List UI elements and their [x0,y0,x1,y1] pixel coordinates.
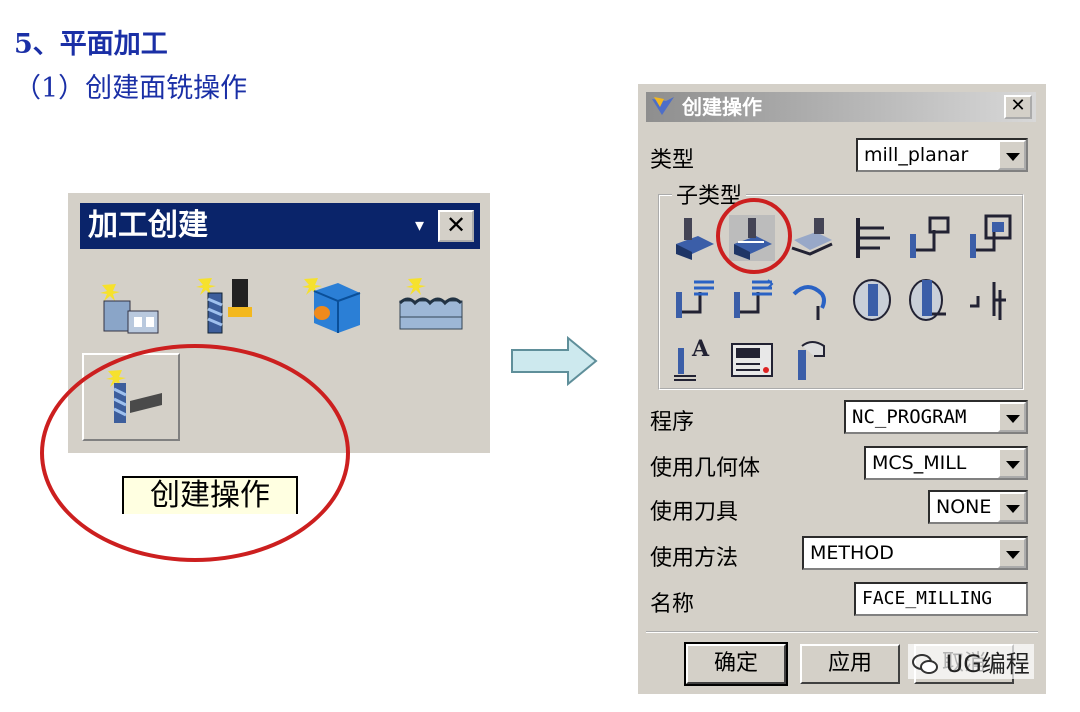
page-heading: 5、平面加工 [14,29,168,60]
name-input[interactable]: FACE_MILLING [854,582,1028,616]
groove-milling-icon[interactable] [964,276,1012,324]
wechat-icon [912,654,938,674]
watermark-text: UG编程 [945,650,1030,678]
finish-floor-icon[interactable] [728,276,776,324]
toolbar-title: 加工创建 [88,208,208,243]
highlight-ellipse [40,344,350,562]
method-select[interactable]: METHOD [802,536,1028,570]
clean-up-corners-icon[interactable] [964,214,1012,262]
chevron-down-icon[interactable] [998,492,1026,522]
geometry-label: 使用几何体 [650,456,761,481]
planar-profile-icon[interactable] [904,214,952,262]
ug-logo-icon [652,97,674,115]
type-value: mill_planar [864,144,969,166]
right-arrow-icon [511,336,598,386]
type-label: 类型 [650,148,695,173]
thread-milling-icon[interactable] [788,276,836,324]
dialog-titlebar: 创建操作 ✕ [646,92,1036,122]
ok-button[interactable]: 确定 [684,642,788,686]
name-label: 名称 [650,592,695,617]
planar-text-engraving-icon[interactable]: A [670,336,718,384]
dialog-separator [646,631,1038,633]
create-operation-dialog: 创建操作 ✕ 类型 mill_planar 子类型 A 程序 NC_PROGRA… [638,84,1046,694]
create-program-icon[interactable] [94,275,164,337]
planar-mill-icon[interactable] [848,214,896,262]
program-value: NC_PROGRAM [852,406,967,428]
type-select[interactable]: mill_planar [856,138,1028,172]
chevron-down-icon[interactable] [998,538,1026,568]
create-geometry-icon[interactable] [294,273,364,335]
chevron-down-icon[interactable] [998,448,1026,478]
create-tool-icon[interactable] [188,273,258,335]
create-method-icon[interactable] [394,273,464,335]
toolbar-close-button[interactable]: ✕ [438,210,474,242]
toolbar-dropdown-icon[interactable]: ▾ [415,203,424,249]
watermark: UG编程 [908,644,1034,679]
mill-user-icon[interactable] [788,336,836,384]
planar-text-icon[interactable] [848,276,896,324]
page-subheading: （1）创建面铣操作 [14,73,248,104]
svg-text:A: A [691,336,710,362]
chevron-down-icon[interactable] [998,402,1026,432]
dialog-close-button[interactable]: ✕ [1004,95,1032,119]
method-label: 使用方法 [650,546,739,571]
face-milling-area-icon[interactable] [670,214,718,262]
mill-control-icon[interactable] [728,336,776,384]
method-value: METHOD [810,542,894,564]
program-label: 程序 [650,410,695,435]
finish-walls-icon[interactable] [670,276,718,324]
chevron-down-icon[interactable] [998,140,1026,170]
hole-milling-icon[interactable] [904,276,952,324]
apply-button[interactable]: 应用 [800,644,900,684]
program-select[interactable]: NC_PROGRAM [844,400,1028,434]
dialog-title: 创建操作 [682,95,762,119]
selected-subtype-circle [716,198,792,274]
geometry-value: MCS_MILL [872,452,967,474]
face-milling-manual-icon[interactable] [788,214,836,262]
tool-value: NONE [936,496,992,518]
tool-label: 使用刀具 [650,500,739,525]
geometry-select[interactable]: MCS_MILL [864,446,1028,480]
tool-select[interactable]: NONE [928,490,1028,524]
tooltip: 创建操作 [122,476,298,514]
toolbar-titlebar: 加工创建 ▾ ✕ [80,203,480,249]
name-value: FACE_MILLING [862,588,993,609]
